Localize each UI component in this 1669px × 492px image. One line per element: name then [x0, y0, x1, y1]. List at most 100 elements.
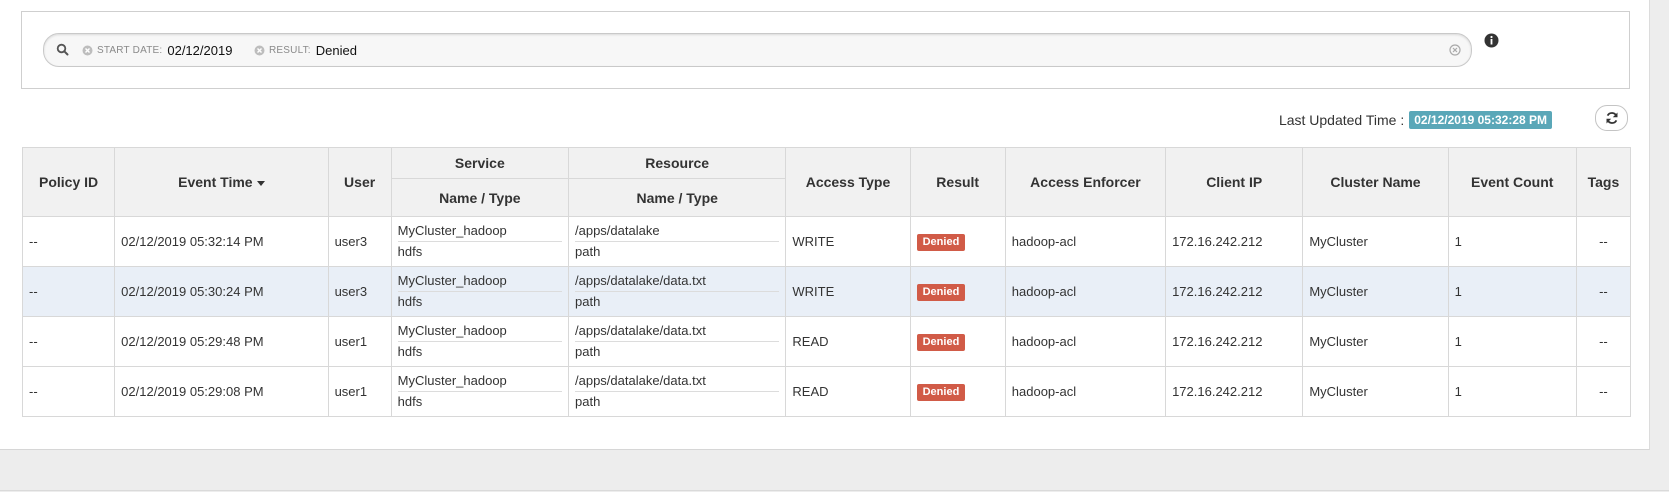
cell-user: user1	[327, 366, 392, 417]
refresh-icon	[1606, 112, 1617, 124]
cell-access-enforcer: hadoop-acl	[1004, 316, 1167, 367]
cell-tags: --	[1575, 266, 1632, 317]
cell-client-ip: 172.16.242.212	[1165, 266, 1304, 317]
cell-service: MyCluster_hadoop hdfs	[390, 366, 570, 417]
cell-user: user3	[327, 216, 392, 267]
facet-label: RESULT:	[269, 44, 311, 56]
resource-name: /apps/datalake/data.txt	[575, 321, 780, 342]
cell-policy-id: --	[21, 316, 116, 367]
header-result: Result	[909, 147, 1006, 217]
cell-access-enforcer: hadoop-acl	[1004, 366, 1167, 417]
resource-type: path	[575, 394, 601, 409]
cell-result: Denied	[909, 266, 1006, 317]
table-row[interactable]: -- 02/12/2019 05:32:14 PM user3 MyCluste…	[21, 216, 1632, 267]
cell-access-type: READ	[785, 366, 911, 417]
service-name: MyCluster_hadoop	[397, 371, 562, 392]
cell-service: MyCluster_hadoop hdfs	[390, 316, 570, 367]
cell-result: Denied	[909, 366, 1006, 417]
service-type: hdfs	[397, 394, 423, 409]
resource-name: /apps/datalake/data.txt	[575, 271, 780, 292]
cell-access-type: WRITE	[785, 266, 911, 317]
status-badge: Denied	[916, 233, 966, 251]
cell-resource: /apps/datalake/data.txt path	[567, 316, 787, 367]
facet-start-date[interactable]: START DATE: 02/12/2019	[82, 42, 232, 58]
cell-client-ip: 172.16.242.212	[1165, 316, 1304, 367]
close-circle-icon[interactable]	[254, 45, 265, 56]
search-input[interactable]: START DATE: 02/12/2019 RESULT: Denied	[43, 33, 1472, 67]
cell-access-type: READ	[785, 316, 911, 367]
service-type: hdfs	[397, 244, 423, 259]
cell-resource: /apps/datalake/data.txt path	[567, 366, 787, 417]
facet-value[interactable]: Denied	[316, 43, 357, 58]
table-row[interactable]: -- 02/12/2019 05:30:24 PM user3 MyCluste…	[21, 266, 1632, 317]
cell-policy-id: --	[21, 366, 116, 417]
refresh-button[interactable]	[1595, 105, 1628, 131]
info-icon[interactable]	[1484, 33, 1499, 48]
cell-event-count: 1	[1447, 216, 1577, 267]
search-icon	[56, 43, 69, 56]
resource-name: /apps/datalake/data.txt	[575, 371, 780, 392]
header-group-resource: Resource	[567, 147, 787, 179]
service-name: MyCluster_hadoop	[397, 321, 562, 342]
cell-tags: --	[1575, 366, 1632, 417]
last-updated-timestamp: 02/12/2019 05:32:28 PM	[1409, 111, 1552, 129]
header-event-time[interactable]: Event Time	[114, 147, 329, 217]
service-name: MyCluster_hadoop	[397, 221, 562, 242]
cell-cluster-name: MyCluster	[1302, 266, 1449, 317]
cell-policy-id: --	[21, 266, 116, 317]
cell-resource: /apps/datalake/data.txt path	[567, 266, 787, 317]
clear-search-icon[interactable]	[1449, 44, 1461, 56]
service-name: MyCluster_hadoop	[397, 271, 562, 292]
cell-cluster-name: MyCluster	[1302, 316, 1449, 367]
cell-tags: --	[1575, 316, 1632, 367]
cell-event-count: 1	[1447, 366, 1577, 417]
cell-result: Denied	[909, 316, 1006, 367]
header-event-count: Event Count	[1447, 147, 1577, 217]
cell-service: MyCluster_hadoop hdfs	[390, 266, 570, 317]
cell-access-type: WRITE	[785, 216, 911, 267]
table-row[interactable]: -- 02/12/2019 05:29:08 PM user1 MyCluste…	[21, 366, 1632, 417]
cell-cluster-name: MyCluster	[1302, 366, 1449, 417]
cell-cluster-name: MyCluster	[1302, 216, 1449, 267]
header-event-time-label: Event Time	[178, 174, 253, 190]
cell-client-ip: 172.16.242.212	[1165, 366, 1304, 417]
cell-access-enforcer: hadoop-acl	[1004, 266, 1167, 317]
header-user: User	[327, 147, 392, 217]
cell-client-ip: 172.16.242.212	[1165, 216, 1304, 267]
last-updated-label: Last Updated Time :	[1278, 112, 1405, 128]
facet-value[interactable]: 02/12/2019	[167, 43, 232, 58]
facet-result[interactable]: RESULT: Denied	[254, 42, 357, 58]
cell-tags: --	[1575, 216, 1632, 267]
cell-event-time: 02/12/2019 05:30:24 PM	[114, 266, 329, 317]
cell-event-count: 1	[1447, 266, 1577, 317]
cell-result: Denied	[909, 216, 1006, 267]
cell-access-enforcer: hadoop-acl	[1004, 216, 1167, 267]
close-circle-icon[interactable]	[82, 45, 93, 56]
cell-event-time: 02/12/2019 05:29:48 PM	[114, 316, 329, 367]
header-cluster-name: Cluster Name	[1302, 147, 1449, 217]
resource-name: /apps/datalake	[575, 221, 780, 242]
header-resource-name-type: Name / Type	[567, 178, 787, 217]
cell-event-count: 1	[1447, 316, 1577, 367]
cell-user: user1	[327, 316, 392, 367]
header-client-ip: Client IP	[1165, 147, 1304, 217]
header-group-service: Service	[390, 147, 570, 179]
audit-table: Policy ID Event Time User Service Resour…	[21, 147, 1632, 417]
resource-type: path	[575, 294, 601, 309]
header-service-name-type: Name / Type	[390, 178, 570, 217]
status-badge: Denied	[916, 283, 966, 301]
cell-user: user3	[327, 266, 392, 317]
facet-label: START DATE:	[97, 44, 163, 56]
audit-panel: START DATE: 02/12/2019 RESULT: Denied La…	[0, 0, 1650, 450]
resource-type: path	[575, 344, 601, 359]
cell-service: MyCluster_hadoop hdfs	[390, 216, 570, 267]
service-type: hdfs	[397, 294, 423, 309]
status-badge: Denied	[916, 383, 966, 401]
service-type: hdfs	[397, 344, 423, 359]
header-access-enforcer: Access Enforcer	[1004, 147, 1167, 217]
table-row[interactable]: -- 02/12/2019 05:29:48 PM user1 MyCluste…	[21, 316, 1632, 367]
cell-event-time: 02/12/2019 05:29:08 PM	[114, 366, 329, 417]
header-policy-id: Policy ID	[21, 147, 116, 217]
header-access-type: Access Type	[785, 147, 911, 217]
cell-resource: /apps/datalake path	[567, 216, 787, 267]
